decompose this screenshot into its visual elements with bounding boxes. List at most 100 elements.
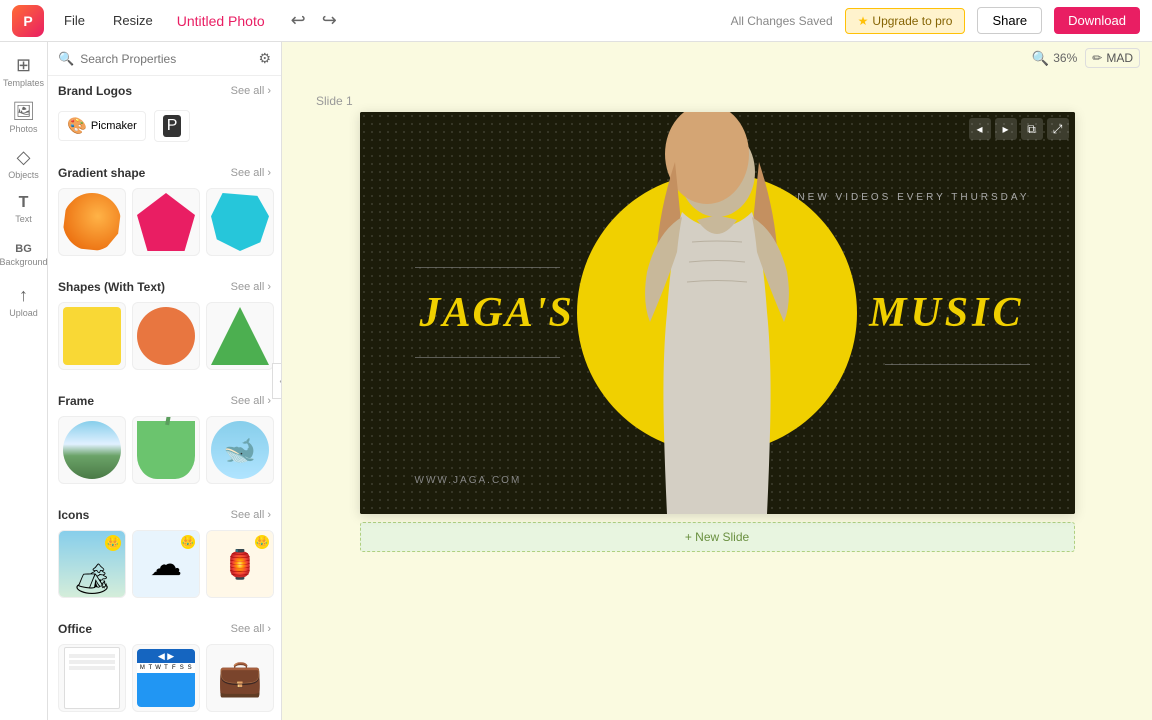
- slide-next-btn[interactable]: ▸: [995, 118, 1017, 140]
- sidebar-item-photos[interactable]: 🖼 Photos: [3, 96, 45, 138]
- jaga-text[interactable]: JAGA'S: [420, 289, 574, 337]
- yellow-square-shape[interactable]: [58, 302, 126, 370]
- gradient-shape-teal[interactable]: [206, 188, 274, 256]
- calendar-shape: ◀ ▶ M T W T F S S: [137, 649, 195, 707]
- canvas-scroll[interactable]: Slide 1 ◂ ▸ ⧉ ⤢: [282, 74, 1152, 720]
- download-button[interactable]: Download: [1054, 7, 1140, 34]
- shapes-text-row: [58, 302, 271, 370]
- whale-icon: 🐋: [224, 435, 256, 466]
- cal-header: ◀ ▶: [137, 649, 195, 663]
- crown-badge: 👑: [105, 535, 121, 551]
- person-silhouette[interactable]: [592, 112, 842, 514]
- mad-badge[interactable]: ✏ MAD: [1085, 48, 1140, 68]
- sidebar-item-objects[interactable]: ◇ Objects: [3, 142, 45, 184]
- text-label: Text: [15, 214, 32, 224]
- nav-resize[interactable]: Resize: [105, 9, 161, 32]
- gradient-shape-pink[interactable]: [132, 188, 200, 256]
- picmaker-label: Picmaker: [91, 120, 137, 132]
- shapes-with-text-section: Shapes (With Text) See all ›: [48, 272, 281, 382]
- landscape-emoji: 🏕: [73, 562, 111, 597]
- upload-icon: ↑: [19, 285, 28, 306]
- zoom-level[interactable]: 36%: [1053, 51, 1077, 65]
- whale-frame[interactable]: 🐋: [206, 416, 274, 484]
- pm2-icon: P: [163, 115, 182, 137]
- app-logo: P: [12, 5, 44, 37]
- green-triangle-shape[interactable]: [206, 302, 274, 370]
- new-slide-button[interactable]: + New Slide: [360, 522, 1075, 552]
- undo-button[interactable]: ↩: [285, 8, 312, 33]
- pink-pentagon-shape: [137, 193, 195, 251]
- cal-day: W: [155, 665, 162, 671]
- lantern-emoji: 🏮: [223, 548, 258, 581]
- sidebar-item-upload[interactable]: ↑ Upload: [3, 280, 45, 322]
- orange-blob-shape: [63, 193, 121, 251]
- apple-shape: [137, 421, 195, 479]
- share-button[interactable]: Share: [977, 7, 1042, 34]
- filter-icon[interactable]: ⚙: [258, 50, 271, 67]
- sidebar-item-text[interactable]: T Text: [3, 188, 45, 230]
- office-title: Office: [58, 622, 92, 636]
- blank-doc-item[interactable]: [58, 644, 126, 712]
- office-see-all[interactable]: See all ›: [231, 623, 271, 635]
- cloud-icon-item[interactable]: 👑 ☁: [132, 530, 200, 598]
- apple-frame[interactable]: [132, 416, 200, 484]
- star-icon: ★: [858, 14, 869, 28]
- cloud-emoji: ☁: [150, 545, 182, 583]
- document-title[interactable]: Untitled Photo: [177, 13, 265, 29]
- templates-icon: ⊞: [16, 55, 31, 76]
- pm2-logo[interactable]: P: [154, 110, 191, 142]
- photos-icon: 🖼: [12, 101, 35, 122]
- lantern-icon-item[interactable]: 👑 🏮: [206, 530, 274, 598]
- briefcase-item[interactable]: 💼: [206, 644, 274, 712]
- mad-label: MAD: [1106, 51, 1133, 65]
- jaga-bottom-line: [415, 357, 560, 358]
- cal-grid: M T W T F S S: [137, 663, 195, 673]
- picmaker-logo[interactable]: 🎨 Picmaker: [58, 111, 146, 141]
- upgrade-button[interactable]: ★ Upgrade to pro: [845, 8, 966, 34]
- main-layout: ⊞ Templates 🖼 Photos ◇ Objects T Text BG…: [0, 42, 1152, 720]
- properties-panel: 🔍 ⚙ Brand Logos See all › 🎨 Picmaker P: [48, 42, 282, 720]
- crown-badge-2: 👑: [181, 535, 195, 549]
- text-icon: T: [19, 194, 29, 212]
- mountains-frame[interactable]: [58, 416, 126, 484]
- logo-text: P: [23, 13, 32, 29]
- brand-logos-section: Brand Logos See all › 🎨 Picmaker P: [48, 76, 281, 154]
- slide-canvas[interactable]: JAGA'S NEW VIDEOS EVERY THURSDAY MUSIC W…: [360, 112, 1075, 514]
- search-input[interactable]: [80, 52, 252, 66]
- slide-expand-btn[interactable]: ⤢: [1047, 118, 1069, 140]
- slide-prev-btn[interactable]: ◂: [969, 118, 991, 140]
- canvas-toolbar: 🔍 36% ✏ MAD: [282, 42, 1152, 74]
- office-section: Office See all › ◀ ▶: [48, 614, 281, 720]
- icons-row: 👑 🏕 👑 ☁ 👑 🏮: [58, 530, 271, 598]
- shapes-text-see-all[interactable]: See all ›: [231, 281, 271, 293]
- slide-copy-btn[interactable]: ⧉: [1021, 118, 1043, 140]
- orange-circle-shape[interactable]: [132, 302, 200, 370]
- crown-badge-3: 👑: [255, 535, 269, 549]
- cal-day: T: [163, 665, 170, 671]
- zoom-control: 🔍 36%: [1032, 50, 1077, 67]
- panel-collapse-button[interactable]: ‹: [272, 363, 282, 399]
- nav-file[interactable]: File: [56, 9, 93, 32]
- www-text[interactable]: WWW.JAGA.COM: [415, 475, 522, 486]
- shapes-text-title: Shapes (With Text): [58, 280, 165, 294]
- landscape-icon-item[interactable]: 👑 🏕: [58, 530, 126, 598]
- slide-container[interactable]: ◂ ▸ ⧉ ⤢: [360, 112, 1075, 514]
- icons-see-all[interactable]: See all ›: [231, 509, 271, 521]
- gradient-shape-orange[interactable]: [58, 188, 126, 256]
- gradient-shapes-row: [58, 188, 271, 256]
- brand-logos-see-all[interactable]: See all ›: [231, 85, 271, 97]
- music-text[interactable]: MUSIC: [869, 289, 1024, 337]
- calendar-item[interactable]: ◀ ▶ M T W T F S S: [132, 644, 200, 712]
- sidebar-item-background[interactable]: BG Background: [3, 234, 45, 276]
- doc-line-3: [69, 666, 115, 670]
- frame-see-all[interactable]: See all ›: [231, 395, 271, 407]
- cal-day: T: [147, 665, 154, 671]
- redo-button[interactable]: ↪: [316, 8, 343, 33]
- sidebar-item-templates[interactable]: ⊞ Templates: [3, 50, 45, 92]
- blank-doc: [64, 647, 120, 709]
- cal-day: M: [139, 665, 146, 671]
- templates-label: Templates: [3, 78, 44, 88]
- cal-day: S: [178, 665, 185, 671]
- pencil-icon: ✏: [1092, 51, 1102, 65]
- gradient-shape-see-all[interactable]: See all ›: [231, 167, 271, 179]
